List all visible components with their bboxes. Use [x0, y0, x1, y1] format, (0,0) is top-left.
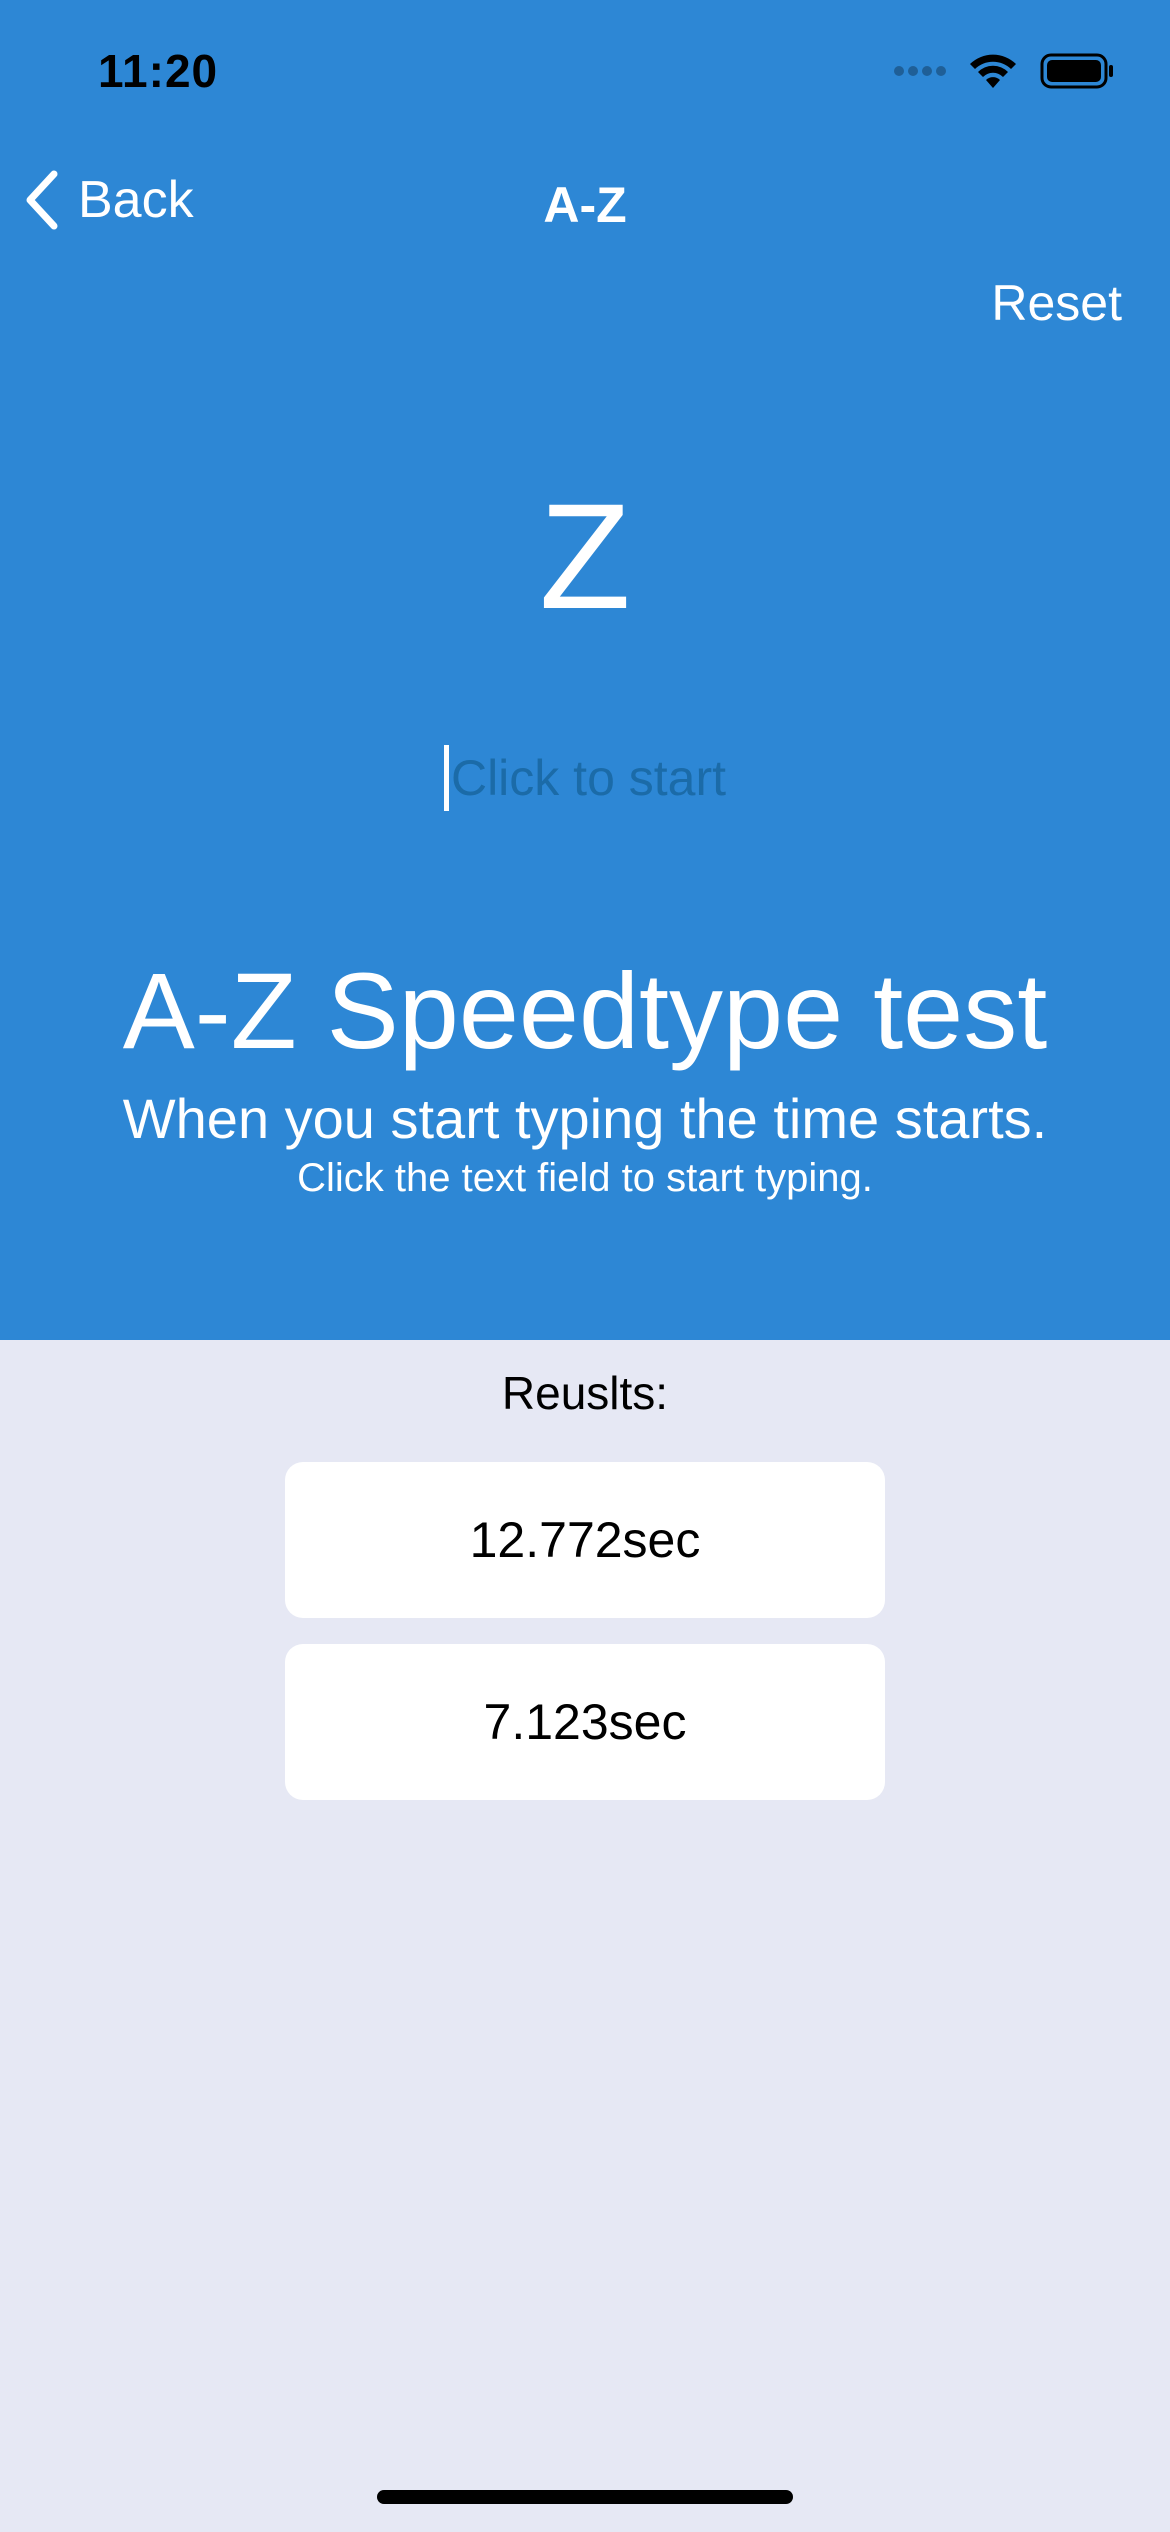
battery-icon — [1040, 53, 1113, 89]
results-label: Reuslts: — [501, 1367, 669, 1419]
test-hint: Click the text field to start typing. — [297, 1156, 873, 1200]
current-letter: Z — [539, 472, 631, 640]
home-indicator — [377, 2490, 793, 2504]
typing-input-placeholder: Click to start — [450, 750, 727, 806]
typing-input[interactable]: Click to start — [333, 736, 837, 820]
result-time: 7.123sec — [483, 1694, 687, 1750]
header-panel: 11:20 Back A-Z Reset Z Click to start A-… — [0, 0, 1170, 1340]
status-time: 11:20 — [98, 45, 219, 97]
test-heading: A-Z Speedtype test — [122, 950, 1048, 1071]
text-caret — [443, 745, 449, 811]
test-subheading: When you start typing the time starts. — [122, 1087, 1048, 1150]
nav-title: A-Z — [543, 177, 627, 233]
cellular-signal-icon — [894, 66, 946, 76]
result-time: 12.772sec — [469, 1512, 701, 1568]
result-card: 7.123sec — [285, 1644, 885, 1800]
reset-button[interactable]: Reset — [991, 274, 1122, 332]
wifi-icon — [970, 54, 1016, 88]
status-indicators — [894, 52, 1114, 90]
result-card: 12.772sec — [285, 1462, 885, 1618]
results-list: 12.772sec 7.123sec — [285, 1462, 885, 1826]
